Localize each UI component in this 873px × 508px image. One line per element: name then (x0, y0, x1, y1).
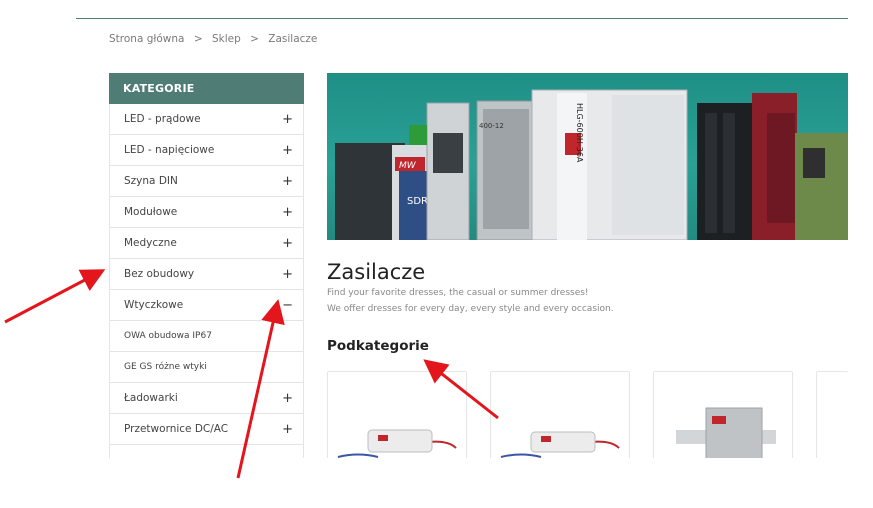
expand-icon[interactable]: + (282, 166, 293, 197)
expand-icon[interactable]: + (282, 104, 293, 135)
sidebar-subitem-ge-gs[interactable]: GE GS różne wtyki (109, 352, 304, 383)
viewport-fade (0, 458, 873, 508)
breadcrumb-shop[interactable]: Sklep (212, 33, 241, 45)
expand-icon[interactable]: + (282, 228, 293, 259)
breadcrumb-separator: > (250, 33, 259, 45)
subcategory-card[interactable] (653, 371, 793, 471)
sidebar-item-label: LED - napięciowe (124, 144, 215, 156)
banner-label-hlg: HLG-600H-36A (575, 103, 584, 163)
subcategory-card[interactable] (816, 371, 848, 471)
sidebar-item-szyna-din[interactable]: Szyna DIN + (109, 166, 304, 197)
header-divider (76, 18, 848, 19)
product-thumbnail (500, 431, 620, 458)
sidebar-subitem-owa[interactable]: OWA obudowa IP67 (109, 321, 304, 352)
expand-icon[interactable]: + (282, 135, 293, 166)
sidebar-title: KATEGORIE (109, 73, 304, 104)
sidebar-item-label: Modułowe (124, 206, 178, 218)
sidebar-item-label: Ładowarki (124, 392, 178, 404)
sidebar-item-label: LED - prądowe (124, 113, 201, 125)
product-thumbnail (676, 407, 776, 465)
sidebar-item-medyczne[interactable]: Medyczne + (109, 228, 304, 259)
expand-icon[interactable]: + (282, 197, 293, 228)
category-description-line-1: Find your favorite dresses, the casual o… (327, 288, 589, 298)
expand-icon[interactable]: + (282, 414, 293, 445)
sidebar-item-label: Medyczne (124, 237, 177, 249)
banner-label-sdr: SDR (407, 196, 428, 207)
breadcrumb: Strona główna > Sklep > Zasilacze (109, 33, 317, 45)
arrow-icon (4, 269, 106, 324)
collapse-icon[interactable]: − (282, 290, 293, 321)
category-banner-image: SDR MW 400-12 HLG-600H-36A (327, 73, 848, 240)
expand-icon[interactable]: + (282, 383, 293, 414)
breadcrumb-home[interactable]: Strona główna (109, 33, 184, 45)
sidebar-item-led-napieciowe[interactable]: LED - napięciowe + (109, 135, 304, 166)
subcategories-heading: Podkategorie (327, 338, 429, 354)
page-title: Zasilacze (327, 260, 426, 284)
category-description-line-2: We offer dresses for every day, every st… (327, 304, 614, 314)
banner-label-400: 400-12 (479, 122, 504, 130)
sidebar-item-ladowarki[interactable]: Ładowarki + (109, 383, 304, 414)
breadcrumb-separator: > (193, 33, 203, 45)
expand-icon[interactable]: + (282, 259, 293, 290)
sidebar-item-wtyczkowe[interactable]: Wtyczkowe − (109, 290, 304, 321)
sidebar-item-label: Przetwornice DC/AC (124, 423, 229, 435)
subcategory-card[interactable] (327, 371, 467, 471)
sidebar-item-led-pradowe[interactable]: LED - prądowe + (109, 104, 304, 135)
sidebar-item-partial[interactable] (109, 445, 304, 458)
power-supply-illustration: SDR MW 400-12 HLG-600H-36A (335, 89, 848, 240)
sidebar-item-label: Bez obudowy (124, 268, 195, 280)
sidebar-item-modulowe[interactable]: Modułowe + (109, 197, 304, 228)
sidebar-item-przetwornice[interactable]: Przetwornice DC/AC + (109, 414, 304, 445)
sidebar-item-bez-obudowy[interactable]: Bez obudowy + (109, 259, 304, 290)
product-thumbnail (337, 429, 457, 458)
subcategory-card[interactable] (490, 371, 630, 471)
sidebar-item-label: Wtyczkowe (124, 299, 184, 311)
breadcrumb-current: Zasilacze (268, 33, 318, 45)
sidebar-item-label: Szyna DIN (124, 175, 178, 187)
banner-label-mw: MW (399, 161, 417, 171)
category-sidebar: KATEGORIE LED - prądowe + LED - napięcio… (109, 73, 304, 458)
